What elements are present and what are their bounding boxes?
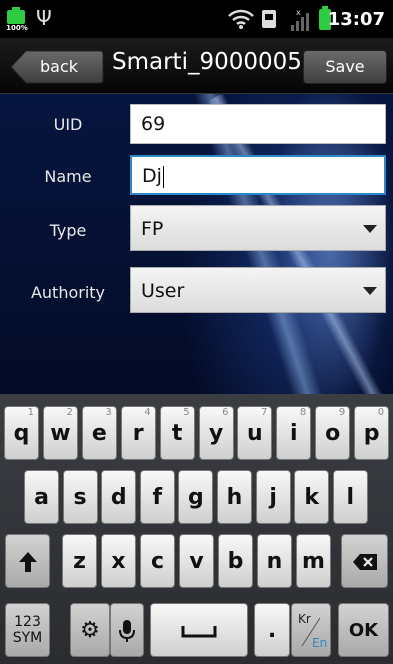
name-field[interactable]: Dj <box>130 155 386 195</box>
key-w[interactable]: w2 <box>42 406 78 460</box>
clock: 13:07 <box>327 9 385 30</box>
key-y[interactable]: y6 <box>198 406 234 460</box>
key-number-hint: 9 <box>338 407 346 418</box>
shift-icon <box>18 552 37 572</box>
name-label: Name <box>44 167 92 186</box>
key-number-hint: 4 <box>144 407 151 418</box>
language-key-en: En <box>312 636 328 650</box>
key-label: u <box>247 421 263 446</box>
key-m[interactable]: m <box>296 534 331 588</box>
key-label: w <box>50 421 71 446</box>
gear-icon: ⚙ <box>80 618 100 643</box>
key-l[interactable]: l <box>332 470 368 524</box>
key-number-hint: 6 <box>222 407 229 418</box>
key-j[interactable]: j <box>255 470 291 524</box>
key-z[interactable]: z <box>62 534 97 588</box>
key-number-hint: 3 <box>105 407 112 418</box>
usb-icon: Ψ <box>36 6 52 30</box>
text-caret <box>162 165 164 188</box>
key-number-hint: 8 <box>299 407 307 418</box>
key-number-hint: 5 <box>183 407 190 418</box>
uid-field[interactable]: 69 <box>130 104 386 144</box>
language-switch-key[interactable]: Kr En <box>291 603 331 657</box>
authority-dropdown-value: User <box>141 280 185 302</box>
key-h[interactable]: h <box>217 470 252 524</box>
name-field-value: Dj <box>142 165 162 187</box>
key-f[interactable]: f <box>139 470 175 524</box>
key-g[interactable]: g <box>178 470 214 524</box>
space-icon <box>181 626 217 638</box>
backspace-key[interactable] <box>341 534 388 588</box>
language-key-kr: Kr <box>298 612 311 626</box>
space-key[interactable] <box>150 603 248 657</box>
key-x[interactable]: x <box>101 534 136 588</box>
battery-full-icon: 100% <box>6 7 28 33</box>
shift-key[interactable] <box>5 534 50 588</box>
status-bar: 100% Ψ x 13:07 <box>0 0 393 38</box>
key-d[interactable]: d <box>101 470 137 524</box>
uid-label: UID <box>53 115 83 134</box>
key-label: i <box>290 421 298 446</box>
key-label: r <box>132 421 144 446</box>
type-dropdown[interactable]: FP <box>130 205 386 251</box>
type-dropdown-value: FP <box>141 218 164 240</box>
symbols-key-label-bottom: SYM <box>12 630 43 646</box>
key-p[interactable]: p0 <box>354 406 390 460</box>
soft-keyboard: q1w2e3r4t5y6u7i8o9p0 asdfghjkl zxcvbnm 1… <box>0 394 393 664</box>
title-bar: back Smarti_9000005 Save <box>0 38 393 94</box>
settings-key[interactable]: ⚙ <box>70 603 110 657</box>
symbols-key[interactable]: 123 SYM <box>5 603 50 657</box>
battery-percent-label: 100% <box>6 24 28 32</box>
key-v[interactable]: v <box>179 534 214 588</box>
key-label: y <box>208 421 224 446</box>
key-k[interactable]: k <box>294 470 330 524</box>
key-r[interactable]: r4 <box>120 406 156 460</box>
user-form: UID 69 Name Dj Type FP Authority User <box>0 94 393 394</box>
key-label: q <box>13 421 30 446</box>
key-t[interactable]: t5 <box>159 406 195 460</box>
key-s[interactable]: s <box>62 470 98 524</box>
wifi-icon <box>228 9 254 29</box>
save-button[interactable]: Save <box>303 50 387 84</box>
authority-dropdown[interactable]: User <box>130 267 386 313</box>
signal-icon: x <box>291 8 309 31</box>
back-button-label: back <box>40 57 79 76</box>
authority-label: Authority <box>30 283 106 302</box>
key-label: e <box>91 421 107 446</box>
type-label: Type <box>49 221 87 240</box>
key-b[interactable]: b <box>218 534 253 588</box>
dropdown-arrow-icon <box>363 287 377 295</box>
key-c[interactable]: c <box>140 534 175 588</box>
key-number-hint: 1 <box>27 407 34 418</box>
symbols-key-label-top: 123 <box>14 614 41 630</box>
svg-text:x: x <box>296 8 301 17</box>
key-i[interactable]: i8 <box>276 406 312 460</box>
dropdown-arrow-icon <box>363 225 377 233</box>
page-title: Smarti_9000005 <box>112 49 302 75</box>
key-label: p <box>363 421 380 446</box>
ok-key[interactable]: OK <box>338 603 389 657</box>
key-number-hint: 2 <box>66 407 73 418</box>
key-a[interactable]: a <box>24 470 59 524</box>
sd-card-icon <box>262 10 276 28</box>
period-key[interactable]: . <box>254 603 290 657</box>
backspace-icon <box>352 554 377 570</box>
microphone-icon <box>119 620 135 642</box>
voice-input-key[interactable] <box>110 603 144 657</box>
key-label: o <box>325 421 341 446</box>
key-u[interactable]: u7 <box>237 406 273 460</box>
key-e[interactable]: e3 <box>81 406 117 460</box>
key-q[interactable]: q1 <box>4 406 39 460</box>
key-o[interactable]: o9 <box>315 406 351 460</box>
key-number-hint: 0 <box>377 407 385 418</box>
key-number-hint: 7 <box>261 407 268 418</box>
back-button[interactable]: back <box>10 50 104 84</box>
key-n[interactable]: n <box>257 534 292 588</box>
key-label: t <box>171 421 183 446</box>
